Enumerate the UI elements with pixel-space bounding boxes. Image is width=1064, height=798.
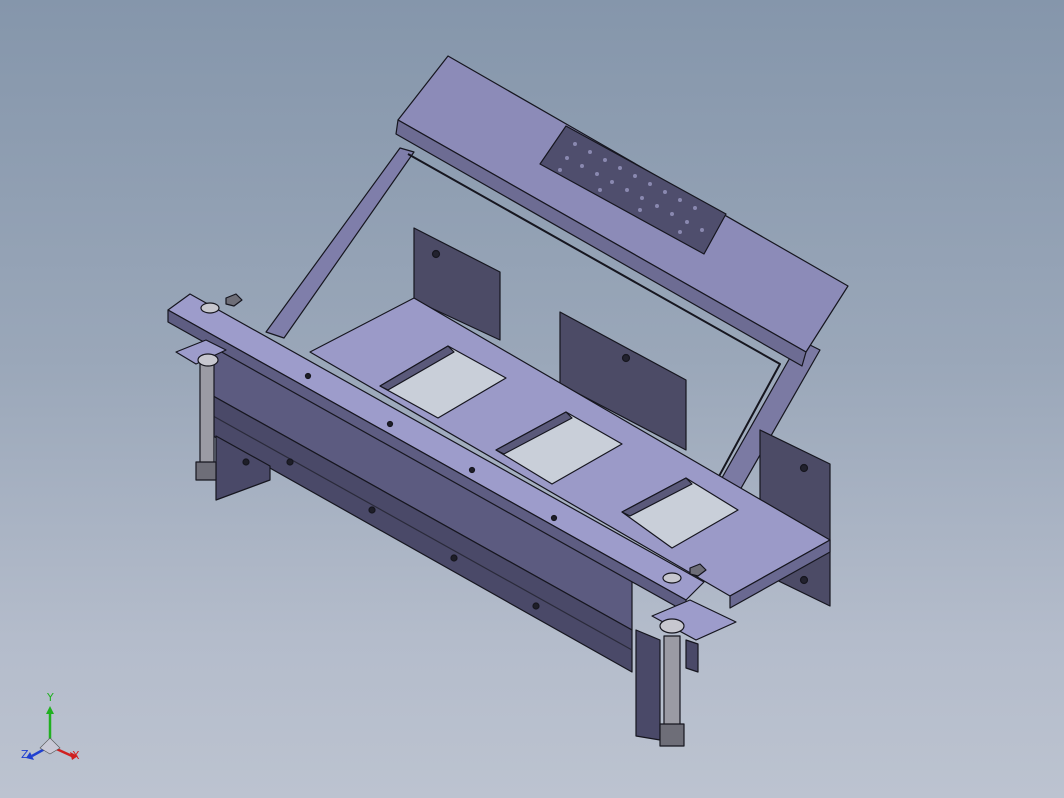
right-support — [685, 639, 699, 673]
clamp-hole — [304, 372, 312, 380]
bolt-hole — [799, 575, 809, 585]
clamp-hole — [550, 514, 558, 522]
triad-x-label: X — [72, 749, 80, 762]
clamp-hole — [386, 420, 394, 428]
right-spring-washer — [659, 618, 685, 634]
bracket-hole — [242, 458, 250, 466]
left-post-nut — [195, 461, 217, 481]
right-guide-post — [663, 635, 681, 737]
view-orientation-triad[interactable]: Y X Z — [18, 691, 88, 770]
beam-hole — [368, 506, 376, 514]
bolt-hole — [799, 463, 809, 473]
bolt-hole — [621, 353, 631, 363]
triad-z-label: Z — [21, 748, 29, 761]
left-spring-washer — [197, 353, 219, 367]
bolt-hole — [431, 249, 441, 259]
cad-graphics-area[interactable]: Y X Z — [0, 0, 1064, 798]
beam-hole — [450, 554, 458, 562]
top-left-washer — [200, 302, 220, 314]
right-bracket — [635, 629, 661, 741]
clamp-hole — [468, 466, 476, 474]
right-post-nut — [659, 723, 685, 747]
fixture-assembly-model[interactable] — [0, 0, 1064, 798]
beam-hole — [286, 458, 294, 466]
top-left-nut — [225, 293, 243, 307]
left-guide-post — [199, 361, 215, 469]
triad-y-label: Y — [47, 691, 54, 704]
beam-hole — [532, 602, 540, 610]
top-right-washer — [662, 572, 682, 584]
